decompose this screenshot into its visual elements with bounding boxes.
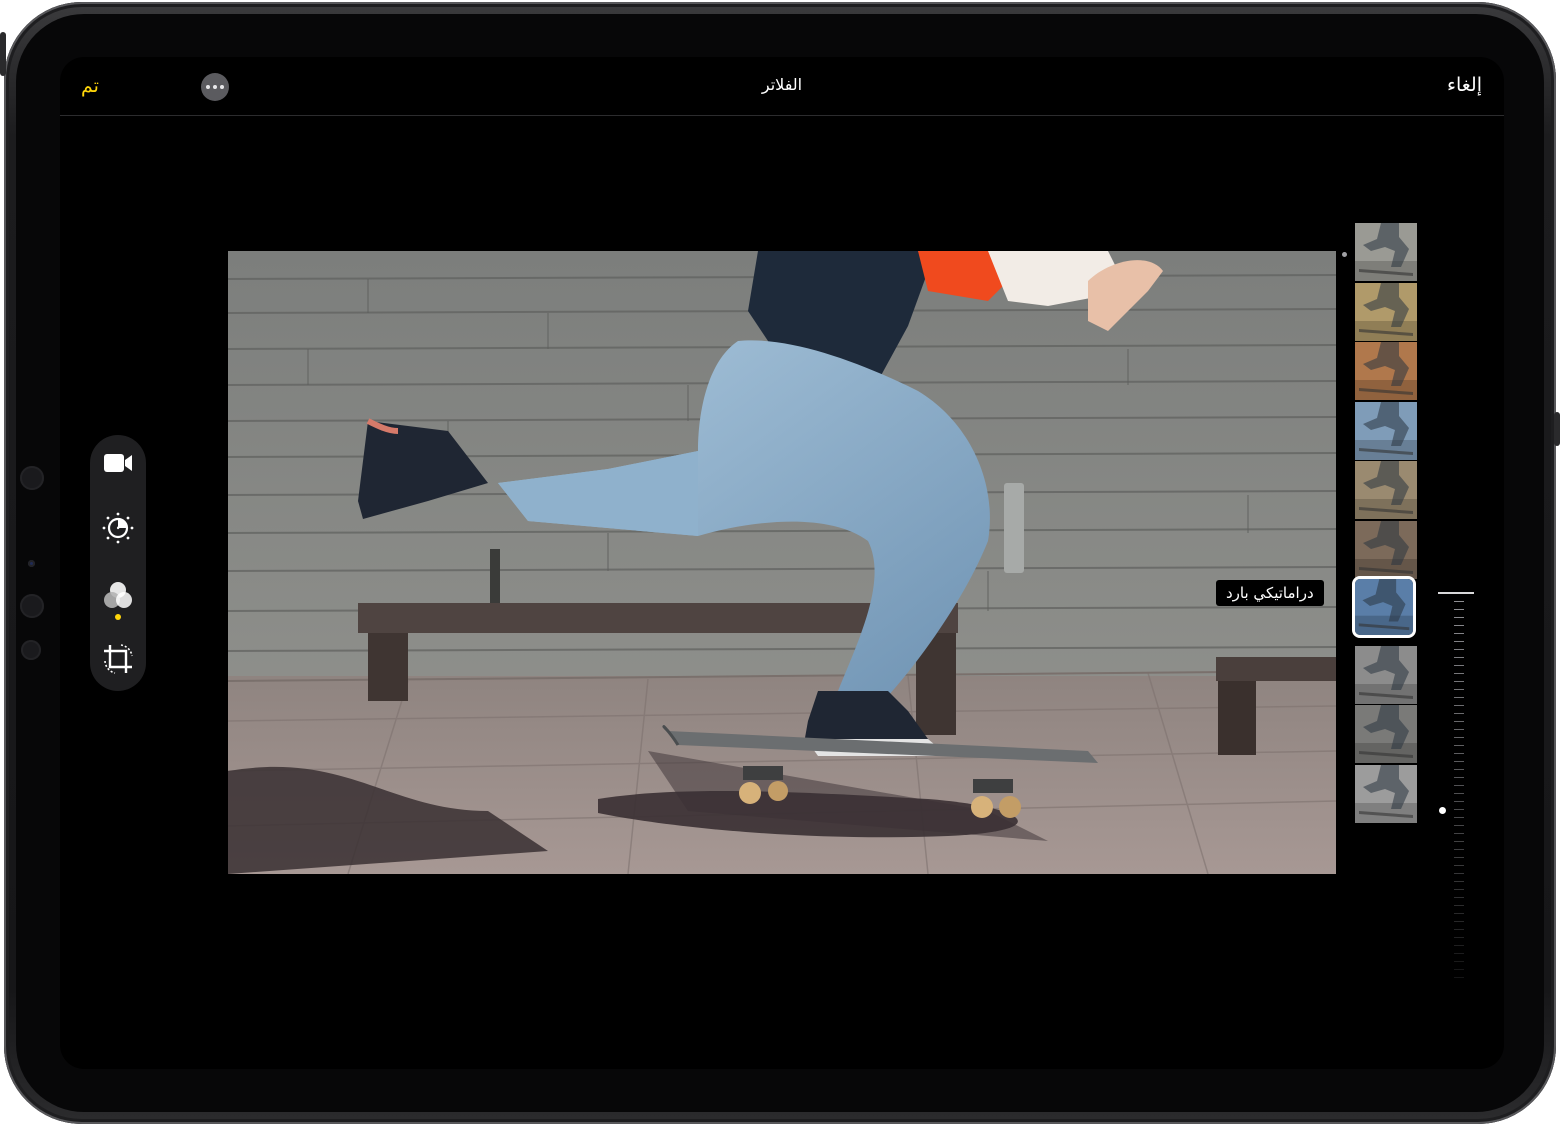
dial-tick bbox=[1454, 841, 1464, 842]
dial-tick bbox=[1454, 769, 1464, 770]
dial-tick bbox=[1454, 649, 1464, 650]
dial-tick bbox=[1454, 601, 1464, 602]
filter-intensity-dial[interactable] bbox=[1435, 589, 1475, 979]
dial-tick bbox=[1454, 921, 1464, 922]
dial-tick bbox=[1454, 617, 1464, 618]
light-sensor-icon bbox=[28, 560, 35, 567]
dial-tick bbox=[1454, 953, 1464, 954]
dial-tick bbox=[1454, 809, 1464, 810]
dial-tick bbox=[1454, 849, 1464, 850]
filter-thumbnail[interactable] bbox=[1355, 645, 1417, 704]
filter-thumbnail-selected[interactable] bbox=[1352, 576, 1416, 638]
filter-thumbnail[interactable] bbox=[1355, 223, 1417, 281]
dial-tick bbox=[1454, 825, 1464, 826]
dial-tick bbox=[1454, 697, 1464, 698]
dial-tick bbox=[1454, 689, 1464, 690]
side-button bbox=[0, 32, 6, 76]
dial-tick bbox=[1454, 657, 1464, 658]
dial-tick bbox=[1454, 729, 1464, 730]
dial-tick bbox=[1454, 897, 1464, 898]
top-bar: تم الفلاتر إلغاء bbox=[60, 57, 1504, 116]
dial-knob[interactable] bbox=[1439, 807, 1446, 814]
photo-preview[interactable] bbox=[228, 251, 1336, 874]
dial-tick bbox=[1454, 721, 1464, 722]
crop-tool-button[interactable] bbox=[100, 641, 136, 677]
dial-tick bbox=[1454, 713, 1464, 714]
dial-tick bbox=[1454, 961, 1464, 962]
dial-tick bbox=[1454, 737, 1464, 738]
crop-icon bbox=[104, 644, 133, 674]
dial-tick bbox=[1454, 641, 1464, 642]
edit-tools-sidebar bbox=[90, 435, 146, 691]
dial-tick bbox=[1454, 665, 1464, 666]
dial-tick bbox=[1454, 673, 1464, 674]
dial-tick bbox=[1454, 945, 1464, 946]
dial-tick bbox=[1454, 969, 1464, 970]
dial-tick bbox=[1454, 833, 1464, 834]
sensor-icon bbox=[21, 640, 41, 660]
dial-tick bbox=[1454, 793, 1464, 794]
dial-tick bbox=[1454, 801, 1464, 802]
filter-thumbnail[interactable] bbox=[1355, 342, 1417, 400]
dial-tick bbox=[1454, 881, 1464, 882]
dial-tick bbox=[1454, 865, 1464, 866]
page-title: الفلاتر bbox=[761, 75, 803, 94]
dial-tick bbox=[1454, 753, 1464, 754]
dial-tick bbox=[1454, 977, 1464, 978]
photos-edit-screen: تم الفلاتر إلغاء دراماتيكي بارد bbox=[60, 57, 1504, 1069]
dial-tick bbox=[1454, 817, 1464, 818]
filter-thumbnail[interactable] bbox=[1355, 520, 1417, 579]
strip-indicator bbox=[1342, 252, 1347, 257]
filter-thumbnail[interactable] bbox=[1355, 401, 1417, 460]
dial-tick bbox=[1454, 889, 1464, 890]
filters-icon bbox=[104, 582, 132, 608]
filter-thumbnail[interactable] bbox=[1355, 461, 1417, 519]
dial-tick bbox=[1454, 633, 1464, 634]
active-indicator bbox=[115, 614, 121, 620]
dial-tick bbox=[1454, 905, 1464, 906]
dial-tick bbox=[1454, 937, 1464, 938]
dial-tick bbox=[1454, 857, 1464, 858]
filter-thumbnail[interactable] bbox=[1355, 764, 1417, 823]
adjust-icon bbox=[102, 512, 134, 544]
video-icon bbox=[104, 454, 132, 472]
skateboarder-photo bbox=[228, 251, 1336, 874]
dial-tick bbox=[1454, 705, 1464, 706]
filter-thumbnail[interactable] bbox=[1355, 282, 1417, 341]
dial-tick bbox=[1454, 625, 1464, 626]
cancel-button[interactable]: إلغاء bbox=[1447, 74, 1482, 96]
dial-tick bbox=[1454, 785, 1464, 786]
dial-tick bbox=[1454, 681, 1464, 682]
dial-tick bbox=[1454, 929, 1464, 930]
dial-indicator bbox=[1438, 592, 1474, 594]
dial-tick bbox=[1454, 609, 1464, 610]
dial-tick bbox=[1454, 745, 1464, 746]
filter-thumbnail[interactable] bbox=[1355, 705, 1417, 763]
video-tool-button[interactable] bbox=[100, 445, 136, 481]
dial-tick bbox=[1454, 873, 1464, 874]
dial-tick bbox=[1454, 761, 1464, 762]
filters-tool-button[interactable] bbox=[100, 578, 136, 614]
volume-button bbox=[1554, 412, 1560, 446]
selected-filter-label: دراماتيكي بارد bbox=[1216, 580, 1324, 606]
camera-icon bbox=[20, 466, 44, 490]
dial-tick bbox=[1454, 777, 1464, 778]
sensor-icon bbox=[20, 594, 44, 618]
dial-tick bbox=[1454, 913, 1464, 914]
adjust-tool-button[interactable] bbox=[100, 510, 136, 546]
